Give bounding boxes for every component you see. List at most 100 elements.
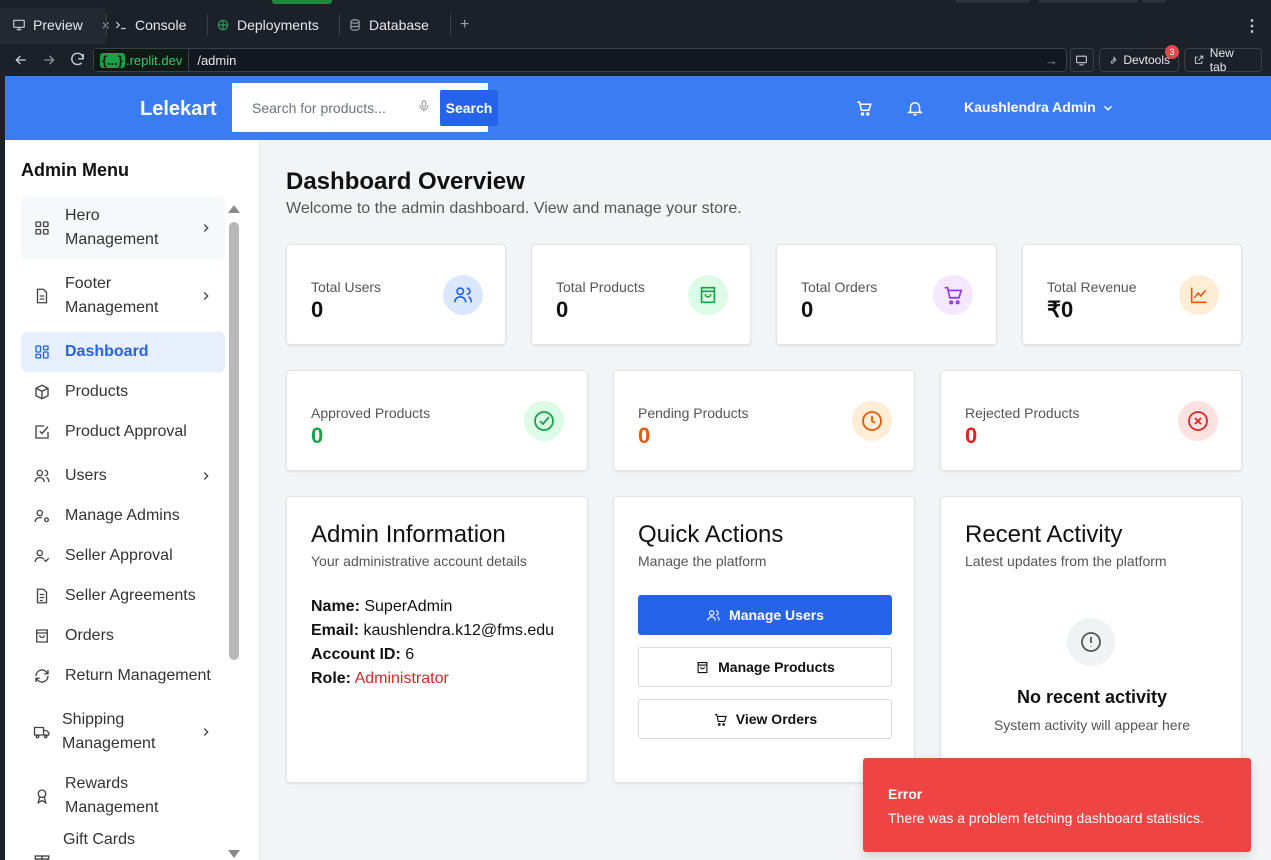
stat-card-approved-products: Approved Products 0 bbox=[286, 370, 588, 471]
admin-information-card: Admin Information Your administrative ac… bbox=[286, 496, 588, 783]
new-tab-button[interactable]: New tab bbox=[1184, 46, 1262, 74]
url-host: {...} .replit.dev bbox=[94, 49, 190, 71]
ide-tab-bar: Preview × Console Deployments Database +… bbox=[0, 0, 1271, 44]
sidebar-item-label: Management bbox=[65, 299, 159, 316]
stat-icon-wrap bbox=[524, 401, 564, 441]
url-host-text: .replit.dev bbox=[125, 52, 183, 68]
stat-label: Total Orders bbox=[801, 279, 878, 295]
sidebar-item-dashboard[interactable]: Dashboard bbox=[21, 332, 225, 372]
box-icon bbox=[35, 384, 49, 400]
stat-label: Pending Products bbox=[638, 405, 749, 421]
scroll-up-arrow-icon[interactable] bbox=[228, 205, 240, 213]
tab-label: Deployments bbox=[237, 17, 319, 33]
go-arrow-icon[interactable]: → bbox=[1045, 53, 1058, 68]
error-toast[interactable]: Error There was a problem fetching dashb… bbox=[863, 758, 1251, 852]
external-link-icon bbox=[1194, 55, 1204, 64]
forward-arrow-icon[interactable] bbox=[41, 52, 57, 68]
stat-card-pending-products: Pending Products 0 bbox=[613, 370, 915, 471]
view-orders-button[interactable]: View Orders bbox=[638, 699, 892, 739]
clock-icon bbox=[862, 411, 882, 431]
sidebar-item-product-approval[interactable]: Product Approval bbox=[21, 412, 225, 452]
award-icon bbox=[37, 789, 47, 805]
recent-activity-card: Recent Activity Latest updates from the … bbox=[940, 496, 1242, 783]
cart-icon[interactable] bbox=[855, 99, 873, 117]
manage-products-button[interactable]: Manage Products bbox=[638, 647, 892, 687]
bell-icon[interactable] bbox=[906, 99, 924, 117]
check-square-icon bbox=[35, 425, 49, 439]
sidebar-item-label: Orders bbox=[65, 627, 114, 644]
sidebar-item-label: Footer bbox=[65, 275, 112, 292]
card-title: Quick Actions bbox=[638, 521, 784, 548]
admin-account-id: 6 bbox=[405, 646, 415, 663]
tab-deployments[interactable]: Deployments bbox=[216, 8, 319, 42]
chevron-right-icon bbox=[203, 472, 209, 480]
sidebar-item-return-management[interactable]: Return Management bbox=[21, 656, 225, 696]
sidebar-item-hero-management[interactable]: Hero Management bbox=[21, 196, 225, 260]
top-stub bbox=[955, 0, 1030, 3]
sidebar-item-orders[interactable]: Orders bbox=[21, 616, 225, 656]
sidebar-item-manage-admins[interactable]: Manage Admins bbox=[21, 496, 225, 536]
manage-users-button[interactable]: Manage Users bbox=[638, 595, 892, 635]
stat-card-total-orders: Total Orders 0 bbox=[776, 244, 997, 345]
search-button[interactable]: Search bbox=[440, 90, 498, 126]
sidebar-item-footer-management[interactable]: Footer Management bbox=[21, 264, 225, 328]
search-input[interactable] bbox=[252, 96, 402, 120]
sidebar-item-label: Management bbox=[62, 735, 156, 752]
gift-icon bbox=[34, 855, 50, 860]
sidebar-item-label: Product Approval bbox=[65, 423, 187, 440]
admin-role: Administrator bbox=[354, 670, 449, 687]
reload-icon[interactable] bbox=[69, 51, 86, 68]
sidebar-scroll-thumb[interactable] bbox=[229, 222, 239, 660]
tab-database[interactable]: Database bbox=[348, 8, 429, 42]
user-menu-name[interactable]: Kaushlendra Admin bbox=[964, 99, 1096, 115]
sidebar-item-products[interactable]: Products bbox=[21, 372, 225, 412]
stat-card-rejected-products: Rejected Products 0 bbox=[940, 370, 1242, 471]
back-arrow-icon[interactable] bbox=[13, 52, 29, 68]
stat-label: Total Products bbox=[556, 279, 645, 295]
users-icon bbox=[707, 609, 720, 621]
sidebar-item-rewards-management[interactable]: Rewards Management bbox=[21, 764, 225, 828]
terminal-icon bbox=[115, 21, 126, 30]
stat-card-total-revenue: Total Revenue ₹0 bbox=[1022, 244, 1242, 345]
sidebar-item-seller-agreements[interactable]: Seller Agreements bbox=[21, 576, 225, 616]
url-bar[interactable]: {...} .replit.dev /admin → bbox=[93, 48, 1067, 72]
empty-state-title: No recent activity bbox=[1016, 687, 1168, 707]
sidebar-item-label: Gift Cards bbox=[63, 831, 136, 848]
shopping-bag-icon bbox=[697, 661, 708, 673]
monitor-icon bbox=[1076, 55, 1087, 65]
tab-console[interactable]: Console bbox=[114, 8, 186, 42]
file-icon bbox=[36, 288, 48, 304]
sidebar-item-label: Management bbox=[65, 799, 159, 816]
sidebar-title: Admin Menu bbox=[21, 160, 129, 180]
chevron-right-icon bbox=[203, 292, 209, 300]
admin-email: kaushlendra.k12@fms.edu bbox=[363, 622, 555, 639]
sidebar-item-gift-cards[interactable]: Gift Cards bbox=[21, 828, 225, 860]
stat-label: Total Users bbox=[311, 279, 382, 295]
top-stub bbox=[1038, 0, 1138, 3]
button-label: Manage Products bbox=[718, 659, 835, 675]
new-tab-plus-icon[interactable]: + bbox=[460, 16, 469, 34]
sidebar-item-seller-approval[interactable]: Seller Approval bbox=[21, 536, 225, 576]
stat-icon-wrap bbox=[1178, 401, 1218, 441]
chevron-down-icon[interactable] bbox=[1101, 101, 1115, 115]
stat-value: 0 bbox=[556, 297, 569, 322]
tab-divider bbox=[207, 14, 208, 36]
screen-toggle-button[interactable] bbox=[1070, 48, 1094, 72]
scroll-down-arrow-icon[interactable] bbox=[228, 850, 240, 858]
admin-account-row: Account ID: 6 bbox=[311, 646, 414, 664]
sidebar-item-shipping-management[interactable]: Shipping Management bbox=[21, 700, 225, 764]
stat-value: 0 bbox=[311, 423, 324, 448]
tab-preview[interactable]: Preview × bbox=[12, 8, 110, 42]
page-title: Dashboard Overview bbox=[286, 168, 525, 195]
deploy-icon bbox=[217, 19, 229, 31]
sidebar-item-label: Products bbox=[65, 383, 129, 400]
truck-icon bbox=[33, 726, 50, 739]
more-options-icon[interactable]: ⋮ bbox=[1244, 16, 1260, 36]
brand-logo[interactable]: Lelekart bbox=[140, 98, 217, 121]
devtools-badge: 3 bbox=[1165, 45, 1179, 59]
sidebar-item-users[interactable]: Users bbox=[21, 456, 225, 496]
field-label: Role: bbox=[311, 670, 351, 687]
microphone-icon[interactable] bbox=[417, 98, 431, 114]
admin-role-row: Role: Administrator bbox=[311, 670, 449, 688]
card-subtitle: Latest updates from the platform bbox=[965, 553, 1167, 569]
